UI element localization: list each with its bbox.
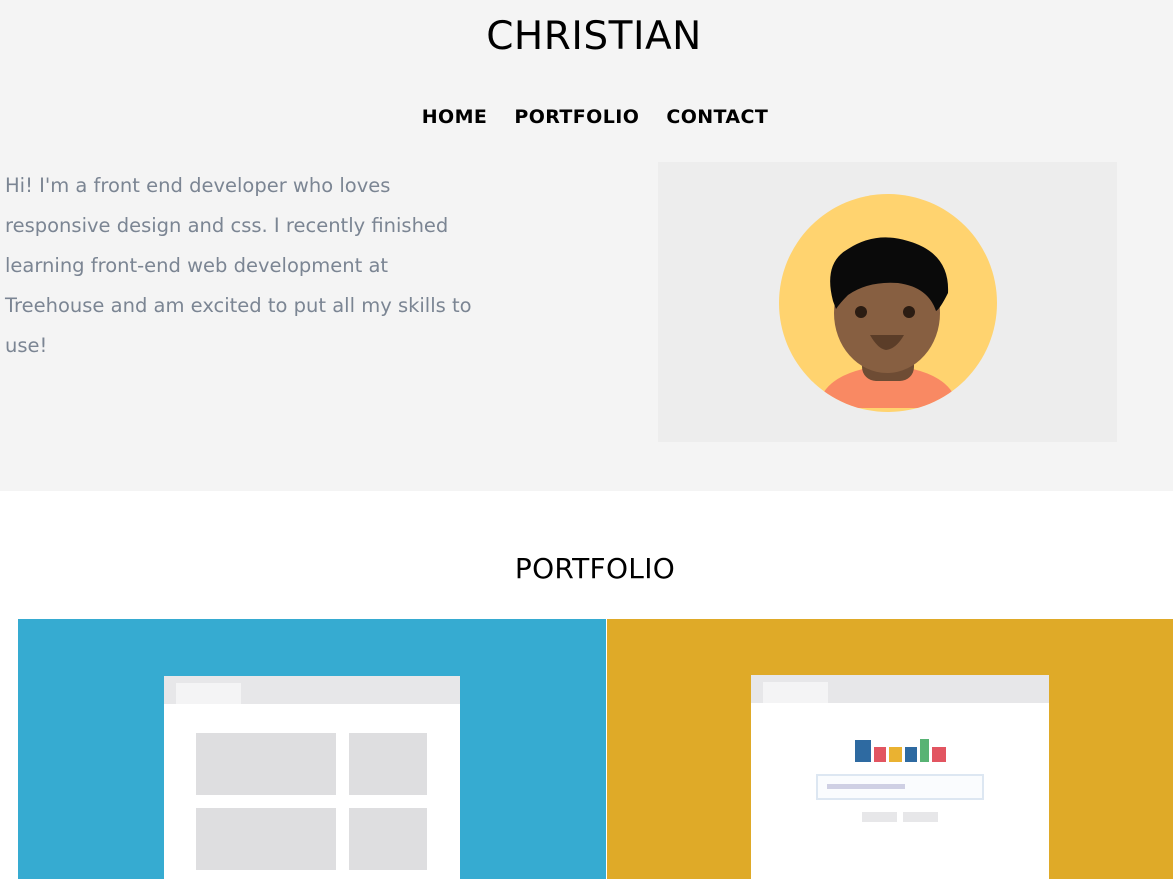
nav-contact-link[interactable]: CONTACT [666,106,768,128]
mock-button [903,812,938,822]
layout-block [196,808,336,870]
mini-bar [855,740,871,762]
portfolio-item-1[interactable] [18,619,606,879]
avatar-left-eye [855,306,867,318]
mini-bar [905,747,917,762]
avatar-panel [658,162,1117,442]
mock-browser-tab [763,682,828,703]
avatar-icon [779,194,997,412]
hero-section: CHRISTIAN HOME PORTFOLIO CONTACT Hi! I'm… [0,0,1173,491]
main-nav: HOME PORTFOLIO CONTACT [0,106,1173,128]
avatar-right-eye [903,306,915,318]
mock-browser-bar [751,675,1049,703]
layout-block [349,733,427,795]
portfolio-heading: PORTFOLIO [514,552,676,585]
mini-bar [889,747,902,762]
mock-button [862,812,897,822]
mock-search-field [816,774,984,800]
nav-portfolio-link[interactable]: PORTFOLIO [514,106,639,128]
layout-block [196,733,336,795]
mock-browser-bar [164,676,460,704]
mock-search-text [827,784,905,789]
website-layout-icon [164,676,460,879]
mock-browser-tab [176,683,241,704]
intro-text: Hi! I'm a front end developer who loves … [5,174,472,357]
mini-bar [920,739,929,762]
portfolio-item-2[interactable] [607,619,1173,879]
layout-block [349,808,427,870]
mini-bar [874,747,886,762]
dashboard-chart-icon [751,675,1049,879]
nav-home-link[interactable]: HOME [422,106,488,128]
mini-bar [932,747,946,762]
site-title: CHRISTIAN [486,14,702,59]
